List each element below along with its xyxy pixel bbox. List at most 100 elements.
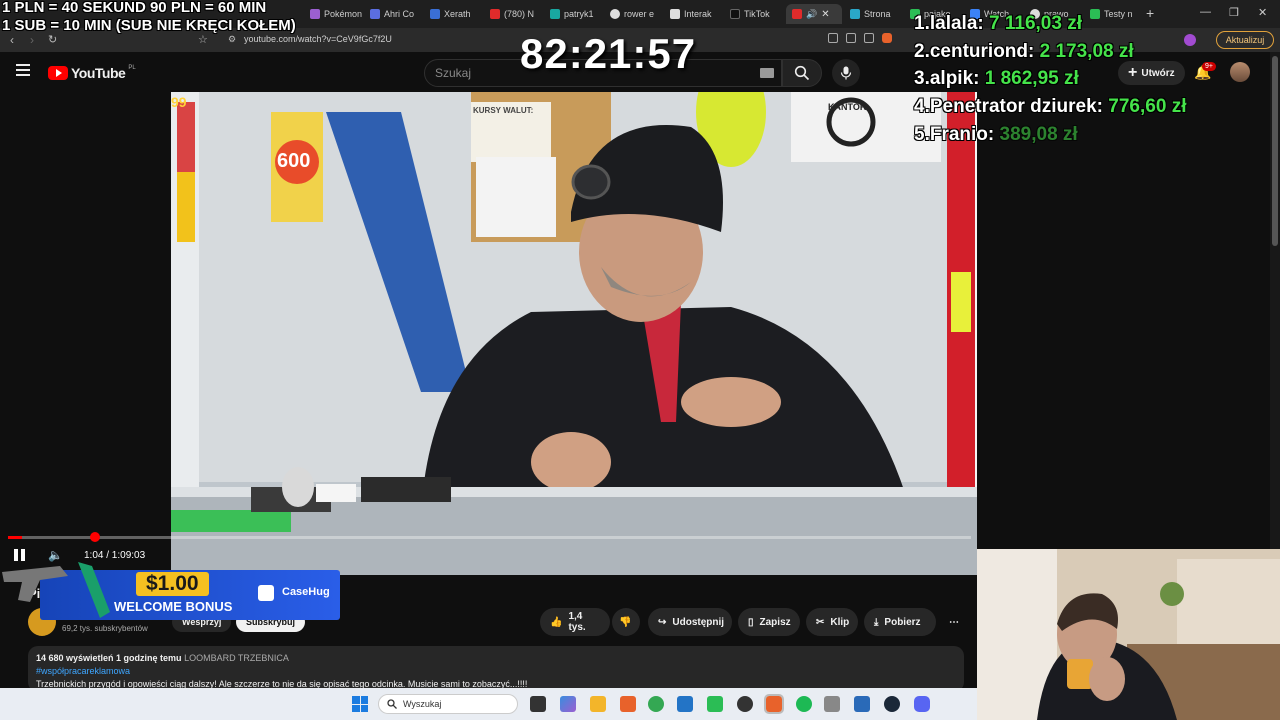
browser-tab[interactable]: Pokémon — [310, 4, 366, 24]
like-button[interactable]: 👍 1,4 tys. — [540, 608, 610, 636]
brave-shield-icon[interactable] — [882, 33, 892, 43]
share-label: Udostępnij — [672, 616, 725, 628]
update-button[interactable]: Aktualizuj — [1216, 31, 1274, 49]
video-progress-bar[interactable] — [8, 532, 971, 542]
download-button[interactable]: ⤓ Pobierz — [864, 608, 936, 636]
calculator-icon[interactable] — [824, 696, 840, 712]
leaderboard-row: 3.alpik: 1 862,95 zł — [914, 68, 1079, 89]
brave-browser-icon[interactable] — [620, 696, 636, 712]
url-field[interactable]: youtube.com/watch?v=CeV9fGc7f2U — [244, 34, 392, 44]
download-label: Pobierz — [884, 616, 921, 628]
tab-favicon-icon — [430, 9, 440, 19]
tab-label: Xerath — [444, 9, 471, 19]
bookmark-icon[interactable]: ☆ — [198, 33, 208, 46]
green-app-icon[interactable] — [707, 696, 723, 712]
hashtag-link[interactable]: #współpracareklamowa — [36, 666, 130, 676]
discord-icon[interactable] — [914, 696, 930, 712]
taskbar-search-icon — [387, 699, 397, 709]
tab-label: (780) N — [504, 9, 535, 19]
pause-icon — [14, 549, 18, 561]
browser-tab-active[interactable]: 🔊 ✕ — [786, 4, 842, 24]
copilot-icon[interactable] — [560, 696, 576, 712]
hamburger-menu-icon[interactable] — [16, 64, 30, 76]
voice-search-button[interactable] — [832, 59, 860, 87]
more-dots-icon: ⋯ — [949, 616, 959, 628]
windows-start-icon[interactable] — [352, 696, 368, 712]
reload-icon[interactable]: ↻ — [48, 33, 57, 46]
knife-gun-graphic — [2, 562, 110, 618]
obs-icon[interactable] — [737, 696, 753, 712]
browser-tab[interactable]: TikTok — [730, 4, 782, 24]
video-progress-handle[interactable] — [90, 532, 101, 542]
search-button[interactable] — [782, 59, 822, 87]
video-player[interactable]: KURSY WALUT: KANTOR 600 99 ➤ — [171, 92, 977, 575]
youtube-favicon-icon — [792, 9, 802, 19]
share-button[interactable]: ↪ Udostępnij — [648, 608, 732, 636]
browser-tab[interactable]: Strona — [850, 4, 906, 24]
maximize-button[interactable]: ❐ — [1229, 6, 1239, 19]
chrome-icon[interactable] — [648, 696, 664, 712]
browser-tab[interactable]: (780) N — [490, 4, 546, 24]
search-icon — [794, 65, 810, 81]
scrollbar-thumb[interactable] — [1272, 56, 1278, 246]
keyboard-icon[interactable] — [760, 68, 774, 78]
account-avatar[interactable] — [1230, 62, 1250, 82]
share-icon: ↪ — [658, 616, 667, 628]
save-button[interactable]: ▯ Zapisz — [738, 608, 800, 636]
like-count: 1,4 tys. — [568, 611, 586, 633]
thumbs-up-icon: 👍 — [550, 616, 563, 628]
share-page-icon[interactable] — [864, 33, 874, 43]
video-sign-kursy: KURSY WALUT: — [473, 106, 534, 115]
browser-tab[interactable]: Ahri Co — [370, 4, 426, 24]
steam-icon[interactable] — [884, 696, 900, 712]
tab-label: Ahri Co — [384, 9, 415, 19]
tab-label: Interak — [684, 9, 712, 19]
volume-icon[interactable]: 🔈 — [48, 548, 63, 562]
close-window-button[interactable]: ✕ — [1258, 6, 1267, 19]
youtube-play-icon — [48, 66, 68, 80]
tab-label: rower e — [624, 9, 655, 19]
thumbs-down-icon: 👎 — [619, 616, 632, 628]
tab-label: TikTok — [744, 9, 770, 19]
forward-icon[interactable]: › — [30, 33, 34, 47]
minimize-button[interactable]: — — [1200, 6, 1211, 18]
browser-tab[interactable]: rower e — [610, 4, 666, 24]
scissors-icon: ✂ — [816, 616, 825, 628]
video-progress-fill — [8, 536, 23, 539]
spotify-icon[interactable] — [796, 696, 812, 712]
taskbar-search[interactable]: Wyszukaj — [378, 694, 518, 714]
file-explorer-icon[interactable] — [590, 696, 606, 712]
more-actions-button[interactable]: ⋯ — [940, 608, 968, 636]
close-tab-icon[interactable]: ✕ — [821, 9, 829, 20]
task-view-icon[interactable] — [530, 696, 546, 712]
app-store-icon[interactable] — [677, 696, 693, 712]
browser-tab[interactable]: Xerath — [430, 4, 486, 24]
dislike-button[interactable]: 👎 — [612, 608, 640, 636]
microphone-icon — [840, 66, 852, 80]
youtube-logo[interactable]: YouTube PL — [48, 65, 136, 81]
site-info-icon[interactable]: ⚙ — [228, 34, 236, 45]
tab-favicon-icon — [850, 9, 860, 19]
back-icon[interactable]: ‹ — [10, 33, 14, 47]
youtube-wordmark: YouTube — [71, 65, 126, 81]
casehug-ad-banner[interactable]: $1.00 WELCOME BONUS CaseHug — [0, 562, 342, 620]
pause-button[interactable] — [14, 549, 25, 561]
mute-site-icon[interactable] — [828, 33, 838, 43]
ad-brand: CaseHug — [282, 586, 330, 598]
tab-favicon-icon — [550, 9, 560, 19]
speaker-icon: 🔊 — [806, 8, 818, 19]
notification-badge: 9+ — [1202, 62, 1216, 71]
video-sign-kantor: KANTOR — [828, 102, 867, 112]
browser-tab[interactable]: patryk1 — [550, 4, 606, 24]
taskbar-search-placeholder: Wyszukaj — [403, 699, 442, 709]
brave-active-icon[interactable] — [764, 694, 784, 714]
country-code: PL — [128, 65, 136, 71]
tab-label: Pokémon — [324, 9, 363, 19]
notepad-icon[interactable] — [854, 696, 870, 712]
donation-rules-line1: 1 PLN = 40 SEKUND 90 PLN = 60 MIN — [2, 0, 267, 16]
browser-tab[interactable]: Interak — [670, 4, 726, 24]
toolbar-icons — [828, 33, 908, 47]
subathon-timer: 82:21:57 — [520, 30, 697, 77]
cast-icon[interactable] — [846, 33, 856, 43]
clip-button[interactable]: ✂ Klip — [806, 608, 858, 636]
